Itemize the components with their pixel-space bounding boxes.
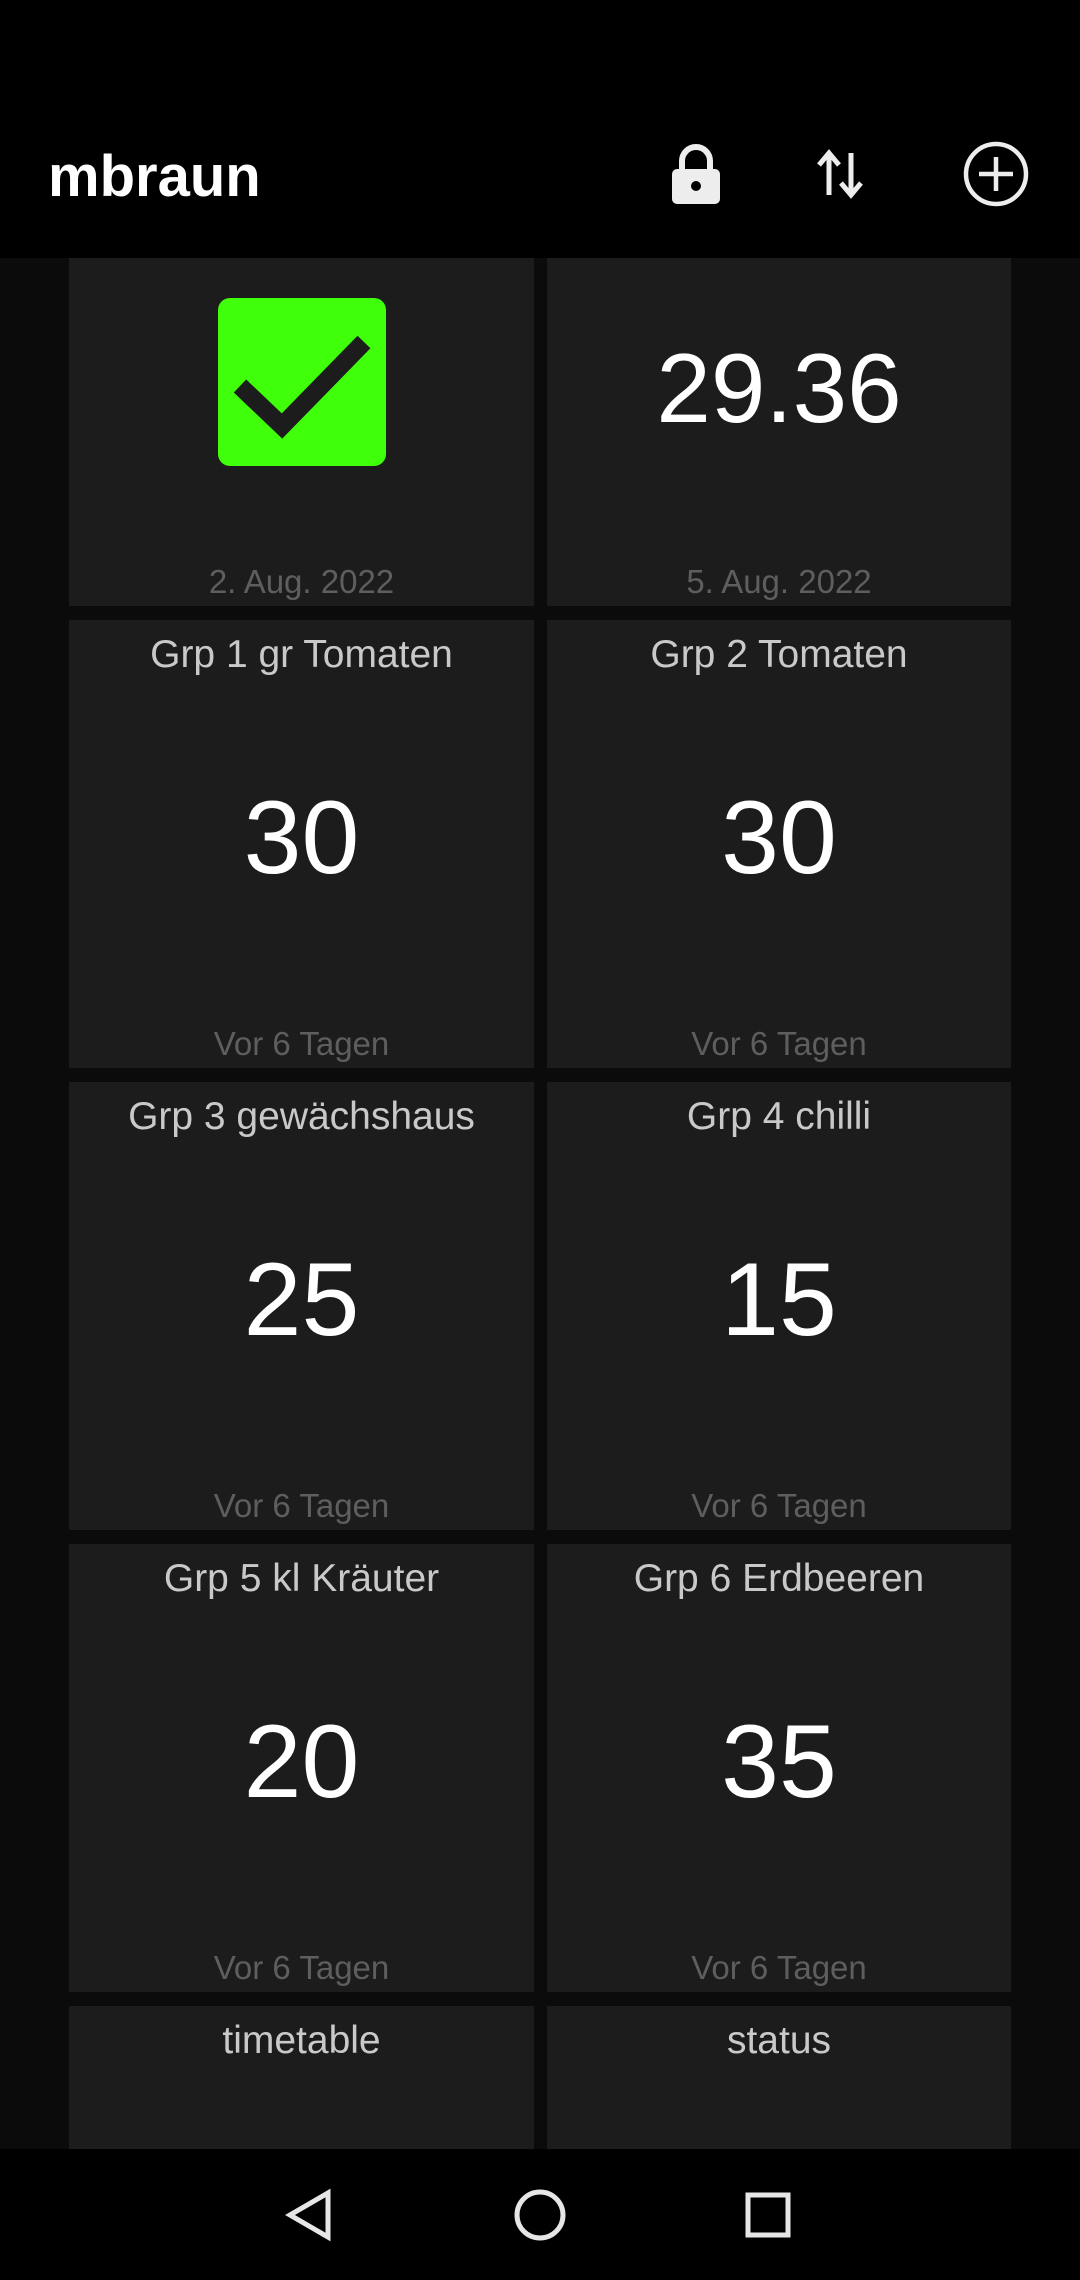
group-2-tile[interactable]: Grp 2 Tomaten 30 Vor 6 Tagen: [547, 620, 1011, 1068]
lock-button[interactable]: [654, 132, 738, 216]
recents-square-icon: [745, 2192, 791, 2238]
status-tile[interactable]: status: [547, 2006, 1011, 2149]
group-4-tile[interactable]: Grp 4 chilli 15 Vor 6 Tagen: [547, 1082, 1011, 1530]
tile-value: 29.36: [656, 333, 902, 443]
tile-value: 30: [721, 780, 837, 896]
tile-value: 25: [243, 1242, 360, 1358]
tile-timestamp: 5. Aug. 2022: [686, 563, 872, 600]
tile-title: Grp 2 Tomaten: [650, 633, 908, 676]
tile-timestamp: Vor 6 Tagen: [213, 1025, 390, 1062]
group-5-tile[interactable]: Grp 5 kl Kräuter 20 Vor 6 Tagen: [69, 1544, 534, 1992]
tile-title: timetable: [222, 2019, 381, 2062]
tile-timestamp: 2. Aug. 2022: [208, 563, 395, 600]
sort-button[interactable]: [798, 132, 882, 216]
back-triangle-icon: [285, 2188, 331, 2242]
checkbox-indicator: [218, 298, 386, 466]
group-6-tile[interactable]: Grp 6 Erdbeeren 35 Vor 6 Tagen: [547, 1544, 1011, 1992]
navigation-bar: [0, 2149, 1080, 2280]
tile-timestamp: Vor 6 Tagen: [691, 1025, 867, 1062]
status-bar: [0, 0, 1080, 90]
swap-vertical-icon: [817, 149, 863, 199]
app-title: mbraun: [48, 144, 261, 209]
tile-value: 20: [243, 1704, 360, 1820]
reading-tile[interactable]: 29.36 5. Aug. 2022: [547, 258, 1011, 606]
tile-value: 30: [243, 780, 360, 896]
tile-timestamp: Vor 6 Tagen: [691, 1487, 867, 1524]
tile-value: 35: [721, 1704, 837, 1820]
home-button[interactable]: [490, 2165, 590, 2265]
tile-title: Grp 5 kl Kräuter: [163, 1557, 440, 1600]
tile-timestamp: Vor 6 Tagen: [213, 1949, 390, 1986]
group-1-tile[interactable]: Grp 1 gr Tomaten 30 Vor 6 Tagen: [69, 620, 534, 1068]
group-3-tile[interactable]: Grp 3 gewächshaus 25 Vor 6 Tagen: [69, 1082, 534, 1530]
tile-title: Grp 4 chilli: [686, 1095, 872, 1138]
tile-timestamp: Vor 6 Tagen: [691, 1949, 867, 1986]
back-button[interactable]: [260, 2165, 360, 2265]
status-check-tile[interactable]: 2. Aug. 2022: [69, 258, 534, 606]
tile-grid: 2. Aug. 2022 29.36 5. Aug. 2022 Grp 1 gr…: [0, 258, 1080, 2149]
timetable-tile[interactable]: timetable: [69, 2006, 534, 2149]
add-circle-icon: [963, 141, 1029, 207]
tile-value: 15: [721, 1242, 837, 1358]
tile-title: Grp 6 Erdbeeren: [633, 1557, 925, 1600]
checkmark-icon: [233, 335, 371, 439]
app-bar: mbraun: [0, 90, 1080, 258]
lock-icon: [672, 144, 720, 204]
recents-button[interactable]: [718, 2165, 818, 2265]
tile-title: Grp 3 gewächshaus: [128, 1095, 475, 1138]
home-circle-icon: [514, 2189, 566, 2241]
tile-title: Grp 1 gr Tomaten: [150, 633, 453, 676]
add-button[interactable]: [954, 132, 1038, 216]
tile-timestamp: Vor 6 Tagen: [213, 1487, 390, 1524]
tile-title: status: [726, 2019, 832, 2062]
